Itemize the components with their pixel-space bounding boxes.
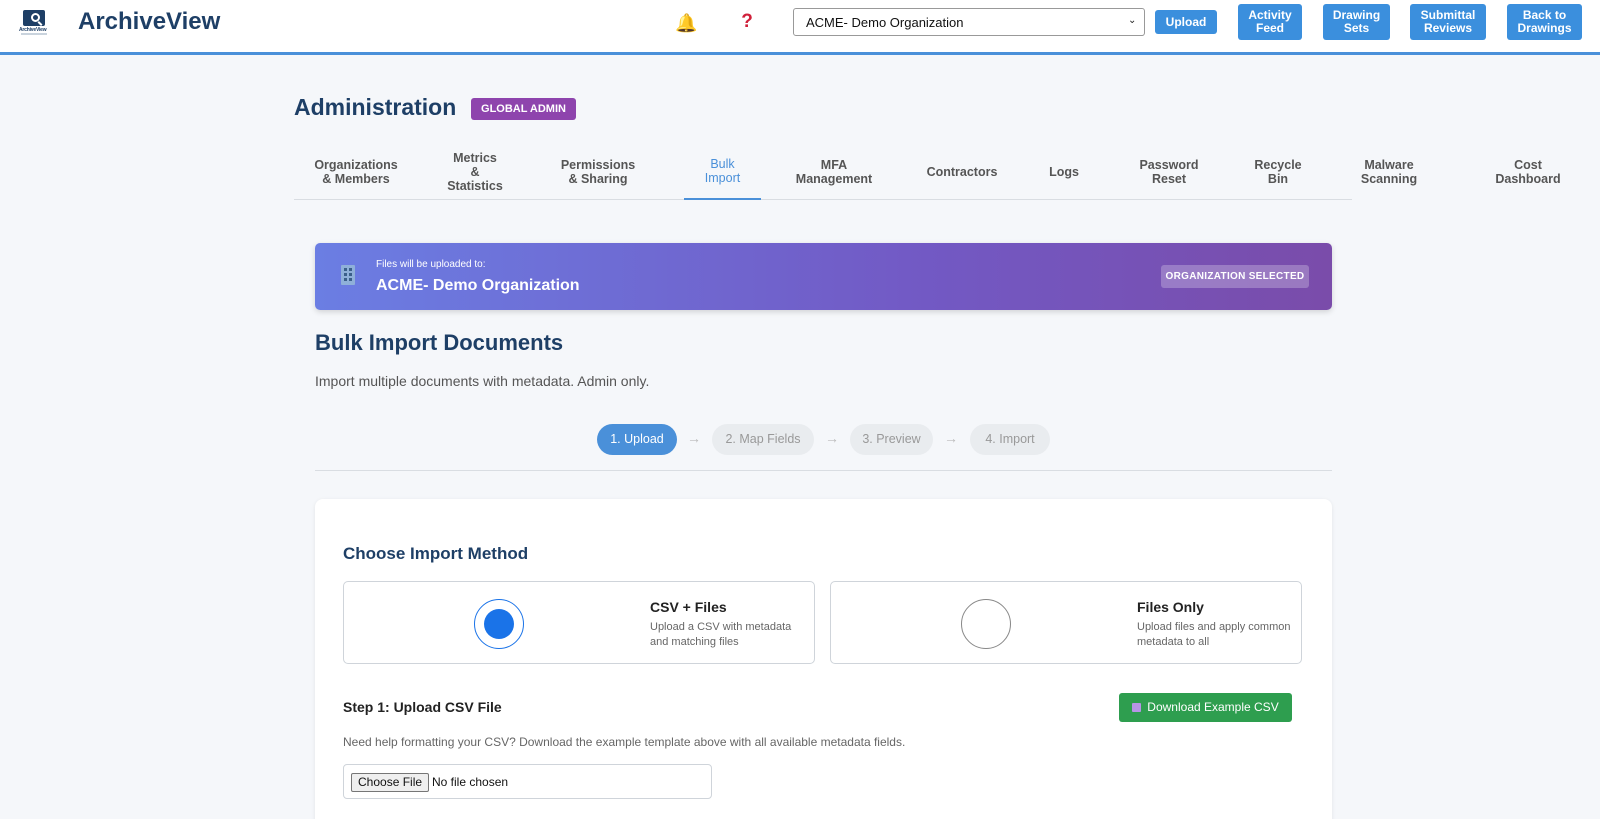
csv-icon <box>1132 703 1142 712</box>
activity-feed-button[interactable]: Activity Feed <box>1238 4 1302 40</box>
tab-recycle-bin[interactable]: Recycle Bin <box>1240 143 1316 200</box>
arrow-icon: → <box>687 430 701 446</box>
app-title[interactable]: ArchiveView <box>78 8 220 36</box>
help-text: Need help formatting your CSV? Download … <box>343 735 906 749</box>
admin-tabs: Organizations & Members Metrics & Statistic… <box>294 143 1417 200</box>
drawing-sets-button[interactable]: Drawing Sets <box>1323 4 1390 40</box>
card-title: Choose Import Method <box>343 544 529 563</box>
tab-metrics-statistics[interactable]: Metrics & Statistics <box>425 143 525 200</box>
import-card: Choose Import Method CSV + Files Upload … <box>315 499 1332 819</box>
organization-selected-badge: ORGANIZATION SELECTED <box>1161 265 1309 288</box>
submittal-reviews-button[interactable]: Submittal Reviews <box>1410 4 1486 40</box>
app-logo[interactable]: ArchiveView <box>18 6 52 38</box>
organization-select-value: ACME- Demo Organization <box>806 15 964 30</box>
tab-mfa-management[interactable]: MFA Management <box>786 143 882 200</box>
radio-button[interactable] <box>961 599 1011 649</box>
csv-file-input[interactable]: Choose File No file chosen <box>343 764 712 799</box>
method-description: Upload files and apply common metadata t… <box>1137 621 1291 648</box>
top-header: ArchiveView ArchiveView 🔔 ? ACME- Demo O… <box>0 0 1600 55</box>
tab-malware-scanning[interactable]: Malware Scanning <box>1344 143 1434 200</box>
step1-title: Step 1: Upload CSV File <box>343 699 502 715</box>
bell-icon[interactable]: 🔔 <box>675 12 697 34</box>
section-subtitle: Import multiple documents with metadata.… <box>315 373 650 389</box>
step-preview[interactable]: 3. Preview <box>850 424 933 455</box>
tab-permissions-sharing[interactable]: Permissions & Sharing <box>548 143 648 200</box>
page-title: Administration <box>294 94 457 120</box>
divider <box>315 470 1332 471</box>
tab-contractors[interactable]: Contractors <box>912 143 1012 200</box>
arrow-icon: → <box>825 430 839 446</box>
step-map-fields[interactable]: 2. Map Fields <box>712 424 814 455</box>
role-badge: GLOBAL ADMIN <box>471 98 576 120</box>
back-to-drawings-button[interactable]: Back to Drawings <box>1507 4 1582 40</box>
banner-label: Files will be uploaded to: <box>376 259 486 270</box>
step-upload[interactable]: 1. Upload <box>597 424 677 455</box>
tab-cost-dashboard[interactable]: Cost Dashboard <box>1484 143 1572 200</box>
arrow-icon: → <box>944 430 958 446</box>
method-name: CSV + Files <box>650 599 727 615</box>
question-icon[interactable]: ? <box>737 11 757 33</box>
method-files-only[interactable]: Files Only Upload files and apply common… <box>830 581 1302 664</box>
tab-bulk-import[interactable]: Bulk Import <box>684 143 761 200</box>
radio-button[interactable] <box>474 599 524 649</box>
tab-password-reset[interactable]: Password Reset <box>1126 143 1212 200</box>
method-name: Files Only <box>1137 599 1204 615</box>
organization-select[interactable]: ACME- Demo Organization ⌄ <box>793 8 1145 36</box>
method-description: Upload a CSV with metadata and matching … <box>650 621 792 648</box>
section-title: Bulk Import Documents <box>315 330 564 355</box>
upload-destination-banner: Files will be uploaded to: ACME- Demo Or… <box>315 243 1332 310</box>
method-csv-files[interactable]: CSV + Files Upload a CSV with metadata a… <box>343 581 815 664</box>
tab-organizations-members[interactable]: Organizations & Members <box>294 143 418 200</box>
building-icon <box>339 265 359 287</box>
tab-logs[interactable]: Logs <box>1034 143 1094 200</box>
download-example-csv-button[interactable]: Download Example CSV <box>1119 693 1292 722</box>
file-status: No file chosen <box>432 775 509 789</box>
upload-button[interactable]: Upload <box>1155 10 1217 34</box>
choose-file-button[interactable]: Choose File <box>351 773 430 792</box>
chevron-down-icon: ⌄ <box>1128 15 1137 26</box>
banner-organization: ACME- Demo Organization <box>376 277 580 294</box>
step-import[interactable]: 4. Import <box>970 424 1050 455</box>
